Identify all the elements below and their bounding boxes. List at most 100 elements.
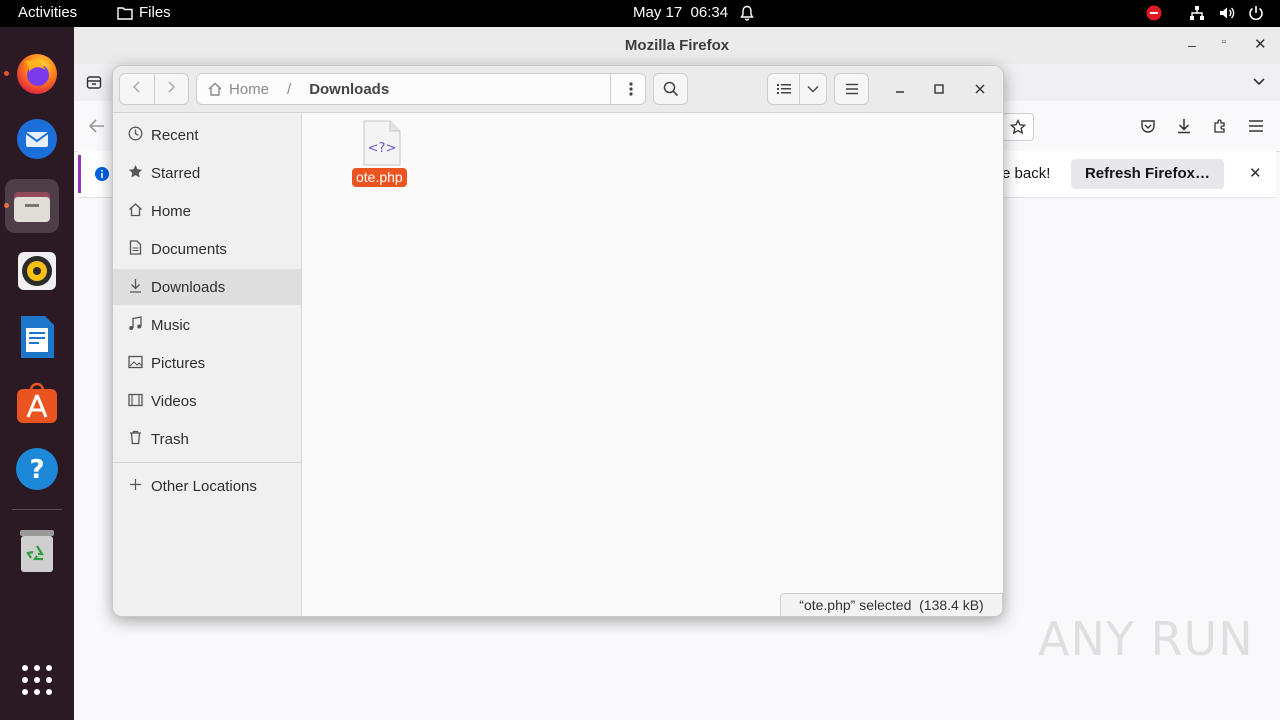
close-button[interactable] [970,79,990,99]
path-current[interactable]: Downloads [309,81,389,98]
sidebar-item-label: Videos [151,392,197,410]
trash-bin-icon [20,530,54,572]
sidebar-item-label: Starred [151,164,201,182]
time-label: 06:34 [690,4,729,21]
sidebar-item-label: Downloads [151,278,226,296]
notification-close-button[interactable]: ✕ [1249,164,1262,182]
help-icon: ? [16,448,58,490]
sidebar-item-starred[interactable]: Starred [113,155,301,191]
dock-writer[interactable] [11,311,63,363]
list-view-icon [776,84,791,94]
dock-trash[interactable] [11,525,63,577]
music-icon [127,316,143,334]
path-divider [610,74,611,104]
php-file-icon[interactable]: <?> [363,120,401,166]
main-menu-button[interactable] [834,73,869,105]
tab-list-chevron-icon[interactable] [1252,74,1266,93]
dock: ? [0,27,74,720]
app-menu-icon[interactable] [1248,119,1264,138]
sidebar-item-label: Pictures [151,354,206,372]
pocket-icon[interactable] [1140,119,1156,139]
sidebar-item-label: Documents [151,240,227,258]
notification-text: e back! [1002,165,1051,182]
extensions-icon[interactable] [1212,118,1228,139]
bookmark-star-icon[interactable] [1002,113,1034,141]
list-view-button[interactable] [768,74,800,104]
app-name: Files [139,4,171,21]
status-bar: “ote.php” selected (138.4 kB) [780,593,1003,616]
sidebar-separator [113,462,301,463]
sidebar-item-home[interactable]: Home [113,193,301,229]
path-menu-icon[interactable] [629,81,633,102]
file-name-label[interactable]: ote.php [352,168,407,187]
files-icon [14,192,50,222]
dock-rhythmbox[interactable] [11,245,63,297]
path-separator: / [287,80,292,98]
forward-button[interactable] [155,74,189,104]
sidebar-item-videos[interactable]: Videos [113,383,301,419]
download-icon [127,278,143,296]
svg-text:?: ? [29,455,44,485]
sidebar-item-pictures[interactable]: Pictures [113,345,301,381]
watermark: ANY RUN [1038,612,1254,666]
ff-restore-button[interactable]: ▫ [1222,36,1226,48]
sidebar-item-label: Other Locations [151,477,257,495]
bell-icon[interactable] [740,5,754,25]
back-arrow-icon[interactable] [88,119,105,138]
ff-minimize-button[interactable]: – [1188,37,1196,53]
maximize-icon [934,84,944,94]
search-button[interactable] [653,73,688,105]
back-button[interactable] [120,74,155,104]
running-indicator [4,71,9,76]
network-icon[interactable] [1189,5,1205,25]
top-bar: Activities Files May 17 06:34 [0,0,1280,27]
writer-icon [21,316,54,358]
power-icon[interactable] [1248,5,1264,25]
trash-icon [127,430,143,448]
minimize-button[interactable] [890,79,910,99]
dock-files[interactable] [5,179,59,233]
firefox-icon [17,54,57,94]
sidebar-item-label: Trash [151,430,189,448]
chevron-right-icon [168,81,176,93]
notif-accent [78,155,81,193]
sidebar-item-label: Recent [151,126,199,144]
sidebar-item-label: Home [151,202,192,220]
selection-status: “ote.php” selected (138.4 kB) [799,597,984,613]
downloads-icon[interactable] [1176,118,1192,139]
sidebar-item-trash[interactable]: Trash [113,421,301,457]
minimize-icon [896,91,904,93]
sidebar-item-label: Music [151,316,191,334]
dock-firefox[interactable] [11,47,63,99]
dock-app-center[interactable] [11,377,63,429]
do-not-disturb-icon[interactable] [1146,5,1162,25]
sidebar-item-documents[interactable]: Documents [113,231,301,267]
plus-icon [127,478,143,494]
sidebar-item-recent[interactable]: Recent [113,117,301,153]
file-view[interactable]: <?> ote.php [302,113,1003,616]
app-menu[interactable]: Files [117,4,171,21]
firefox-view-icon[interactable] [86,74,102,95]
info-icon [95,167,109,186]
path-bar[interactable]: Home / Downloads [196,73,646,105]
sidebar-item-music[interactable]: Music [113,307,301,343]
close-icon [975,84,985,94]
view-options-button[interactable] [800,74,826,104]
dock-thunderbird[interactable] [11,113,63,165]
picture-icon [127,355,143,372]
refresh-firefox-button[interactable]: Refresh Firefox… [1071,159,1224,189]
sidebar-item-other-locations[interactable]: Other Locations [113,468,301,504]
document-icon [127,240,143,258]
show-apps-icon[interactable] [21,664,53,696]
sidebar-item-downloads[interactable]: Downloads [113,269,301,305]
maximize-button[interactable] [929,79,949,99]
thunderbird-icon [17,119,57,159]
nav-button-group [119,73,189,105]
clock[interactable]: May 17 06:34 [633,4,728,21]
path-home[interactable]: Home [229,81,269,98]
ff-close-button[interactable]: ✕ [1254,35,1267,53]
dock-help[interactable]: ? [11,443,63,495]
files-window: Home / Downloads Recent Starred Home Doc… [112,65,1004,617]
activities-button[interactable]: Activities [18,4,77,21]
volume-icon[interactable] [1219,5,1235,25]
